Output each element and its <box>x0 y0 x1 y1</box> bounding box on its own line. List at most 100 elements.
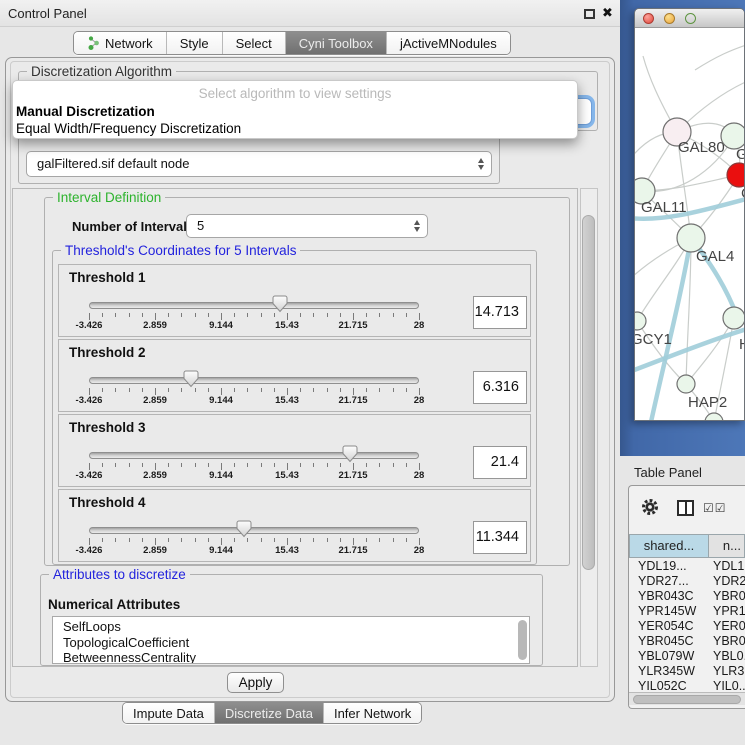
slider-tick <box>181 313 182 317</box>
settings-scrollbar-thumb[interactable] <box>582 215 595 570</box>
table-row[interactable]: YBL079WYBL0... <box>630 649 745 664</box>
table-hscrollbar-thumb[interactable] <box>633 695 741 704</box>
zoom-traffic-light[interactable] <box>685 13 696 24</box>
slider-tick <box>221 388 222 395</box>
slider-handle[interactable] <box>272 295 288 313</box>
table-row[interactable]: YLR345WYLR3... <box>630 664 745 679</box>
attribute-list-item[interactable]: BetweennessCentrality <box>53 650 529 664</box>
tab-jactivemnodules[interactable]: jActiveMNodules <box>387 32 510 54</box>
threshold-value-field[interactable]: 11.344 <box>473 521 527 554</box>
slider-handle[interactable] <box>183 370 199 388</box>
cell-name: YIL0... <box>709 679 745 691</box>
tab-network[interactable]: Network <box>74 32 167 54</box>
number-of-intervals-spinner[interactable]: 5 <box>186 214 428 238</box>
slider-scale-label: 2.859 <box>135 545 175 556</box>
tab-select[interactable]: Select <box>223 32 286 54</box>
gear-icon[interactable] <box>640 497 660 522</box>
slider-tick <box>261 463 262 467</box>
table-panel-title: Table Panel <box>634 465 702 480</box>
attribute-list-item[interactable]: SelfLoops <box>53 619 529 635</box>
slider-handle[interactable] <box>236 520 252 538</box>
table-horizontal-scrollbar[interactable] <box>629 692 745 705</box>
popup-option-equal-width[interactable]: Equal Width/Frequency Discretization <box>13 120 577 137</box>
slider-tick <box>287 538 288 545</box>
cell-shared-name: YBL079W <box>630 649 709 664</box>
attributes-list-scrollbar-thumb[interactable] <box>518 620 527 660</box>
checkbox-icons[interactable]: ☑☑ <box>703 501 727 515</box>
slider-tick <box>406 538 407 542</box>
network-node-gcy1[interactable] <box>635 312 646 330</box>
cell-name: YLR3... <box>709 664 745 679</box>
table-row[interactable]: YBR045CYBR0... <box>630 634 745 649</box>
slider-tick <box>142 463 143 467</box>
slider-tick <box>353 463 354 470</box>
tab-style[interactable]: Style <box>167 32 223 54</box>
threshold-label: Threshold 3 <box>69 420 146 435</box>
cell-shared-name: YDL19... <box>630 559 709 574</box>
apply-button[interactable]: Apply <box>227 672 284 693</box>
slider-tick <box>168 313 169 317</box>
algorithm-group-title: Discretization Algorithm <box>27 64 176 79</box>
slider-tick <box>195 388 196 392</box>
table-row[interactable]: YER054CYER0... <box>630 619 745 634</box>
slider-tick <box>115 313 116 317</box>
cell-shared-name: YIL052C <box>630 679 709 691</box>
slider-tick <box>234 313 235 317</box>
table-data-combobox[interactable]: galFiltered.sif default node <box>26 151 492 177</box>
slider-tick <box>327 388 328 392</box>
slider-tick <box>247 538 248 542</box>
slider-tick <box>234 538 235 542</box>
threshold-label: Threshold 2 <box>69 345 146 360</box>
slider-tick <box>379 538 380 542</box>
table-row[interactable]: YIL052CYIL0... <box>630 679 745 691</box>
attribute-list-item[interactable]: TopologicalCoefficient <box>53 635 529 651</box>
threshold-value-field[interactable]: 21.4 <box>473 446 527 479</box>
slider-tick <box>208 538 209 542</box>
slider-handle[interactable] <box>342 445 358 463</box>
numerical-attributes-list[interactable]: SelfLoopsTopologicalCoefficientBetweenne… <box>52 616 530 664</box>
tab-cyni-toolbox[interactable]: Cyni Toolbox <box>286 32 387 54</box>
popup-option-manual[interactable]: Manual Discretization <box>13 103 577 120</box>
table-row[interactable]: YDL19...YDL1... <box>630 559 745 574</box>
threshold-group-title: Threshold's Coordinates for 5 Intervals <box>61 243 300 258</box>
minimize-traffic-light[interactable] <box>664 13 675 24</box>
network-graph: GAL80GACGAL11GAL4GCY1HHAP2 <box>635 28 744 420</box>
tab-infer-network[interactable]: Infer Network <box>324 703 421 723</box>
close-traffic-light[interactable] <box>643 13 654 24</box>
threshold-value-field[interactable]: 14.713 <box>473 296 527 329</box>
slider-track[interactable] <box>89 302 419 309</box>
popup-hint-item[interactable]: Select algorithm to view settings <box>13 84 577 103</box>
table-data-value: galFiltered.sif default node <box>37 156 189 171</box>
slider-tick <box>366 388 367 392</box>
network-canvas[interactable]: GAL80GACGAL11GAL4GCY1HHAP2 <box>635 28 744 420</box>
network-node-c[interactable] <box>727 163 744 187</box>
tab-impute-data[interactable]: Impute Data <box>123 703 215 723</box>
number-of-intervals-value: 5 <box>197 218 204 233</box>
slider-track[interactable] <box>89 452 419 459</box>
table-row[interactable]: YDR27...YDR2... <box>630 574 745 589</box>
network-window-titlebar[interactable] <box>635 9 744 28</box>
network-edge <box>686 318 734 384</box>
float-window-icon[interactable] <box>584 9 595 19</box>
cell-name: YER0... <box>709 619 745 634</box>
tab-discretize-data[interactable]: Discretize Data <box>215 703 324 723</box>
columns-icon[interactable] <box>677 500 694 516</box>
slider-tick <box>89 388 90 395</box>
network-node[interactable] <box>705 413 723 420</box>
slider-track[interactable] <box>89 377 419 384</box>
network-node-hap2[interactable] <box>677 375 695 393</box>
close-icon[interactable]: ✖ <box>602 5 613 21</box>
slider-tick <box>340 538 341 542</box>
control-panel-titlebar: Control Panel ✖ <box>0 0 620 27</box>
column-header-name[interactable]: n... <box>709 534 745 558</box>
table-row[interactable]: YPR145WYPR1... <box>630 604 745 619</box>
threshold-panel-4: Threshold 4-3.4262.8599.14415.4321.71528… <box>58 489 531 562</box>
cell-shared-name: YBR045C <box>630 634 709 649</box>
slider-tick <box>129 313 130 317</box>
table-row[interactable]: YBR043CYBR0... <box>630 589 745 604</box>
network-node-h[interactable] <box>723 307 744 329</box>
slider-track[interactable] <box>89 527 419 534</box>
cell-shared-name: YDR27... <box>630 574 709 589</box>
column-header-shared-name[interactable]: shared... <box>629 534 709 558</box>
threshold-value-field[interactable]: 6.316 <box>473 371 527 404</box>
